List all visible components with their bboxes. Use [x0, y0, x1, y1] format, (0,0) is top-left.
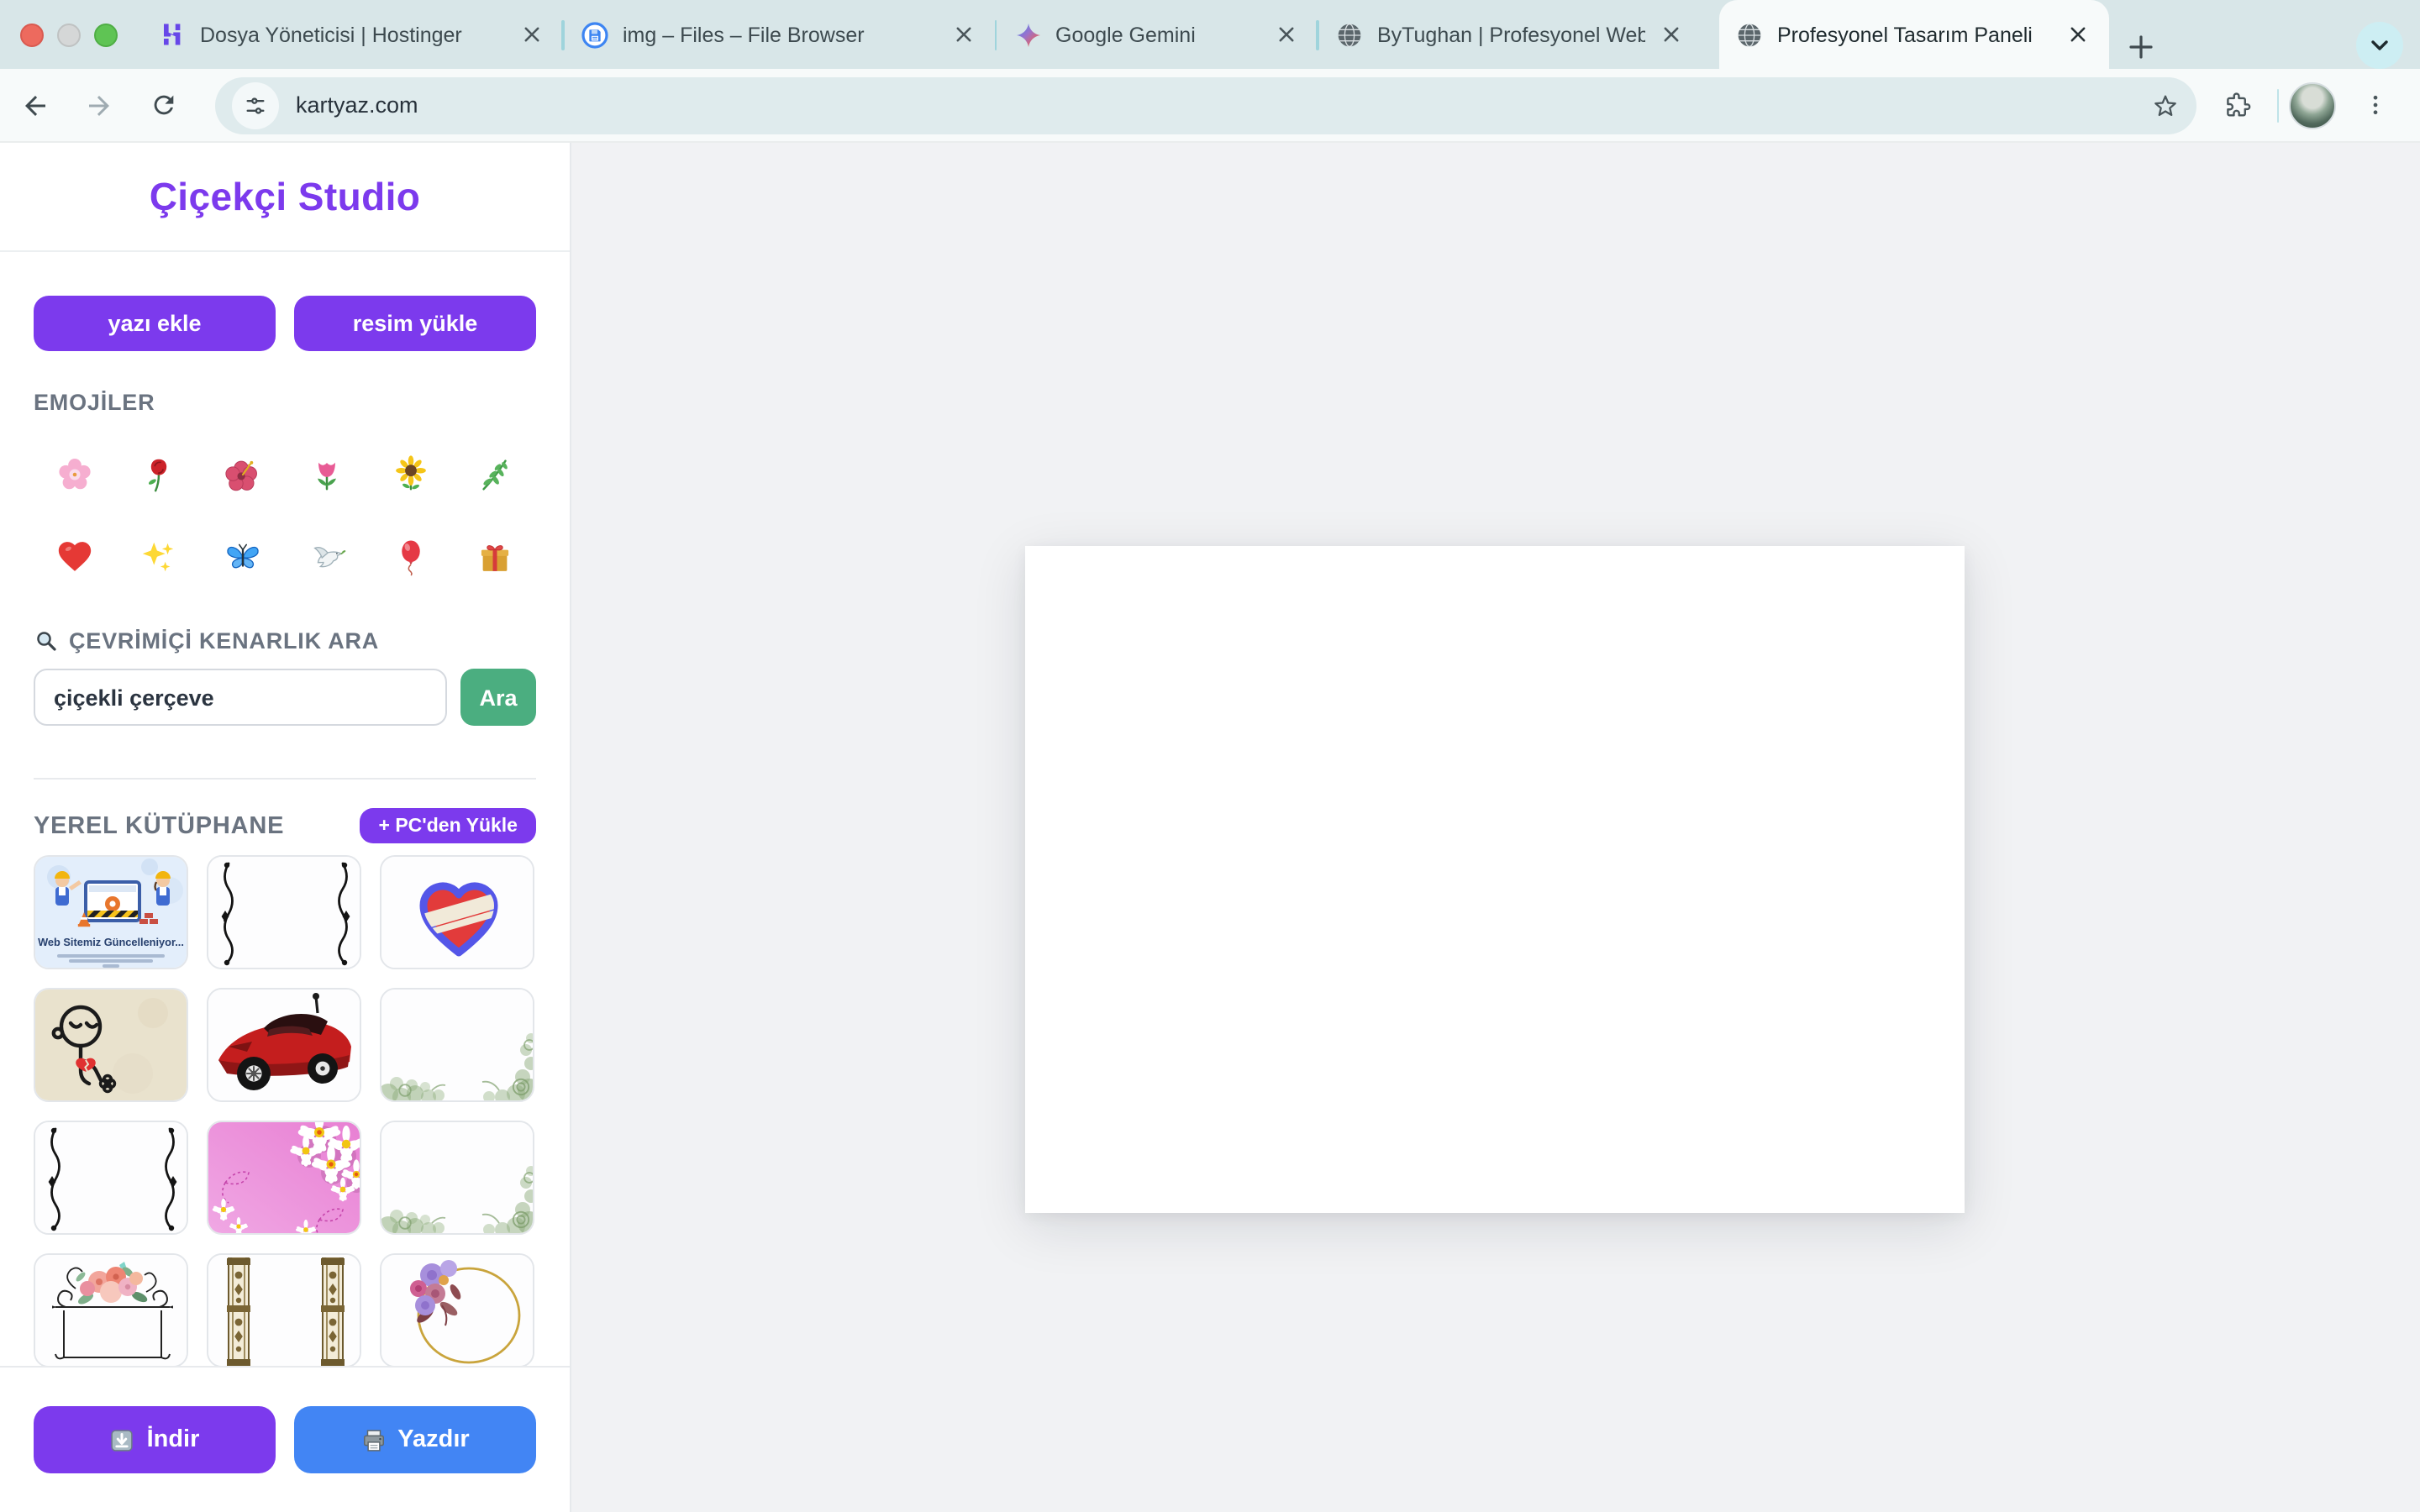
tab-title: img – Files – File Browser	[623, 23, 937, 46]
dove-emoji[interactable]	[285, 522, 369, 590]
sparkles-emoji[interactable]	[118, 522, 202, 590]
tab-active-tasarim-paneli[interactable]: Profesyonel Tasarım Paneli	[1718, 0, 2108, 69]
emoji-grid	[34, 440, 536, 590]
upload-from-pc-button[interactable]: + PC'den Yükle	[360, 808, 537, 843]
browser-menu-icon[interactable]	[2346, 76, 2403, 134]
library-item-red-car[interactable]	[207, 988, 361, 1102]
design-area	[571, 143, 2420, 1512]
library-item-pink-daisies[interactable]	[207, 1121, 361, 1235]
close-tab-icon[interactable]	[1658, 21, 1685, 48]
design-canvas[interactable]	[1025, 546, 1965, 1213]
library-item-sad-figure[interactable]	[34, 988, 188, 1102]
close-tab-icon[interactable]	[950, 21, 977, 48]
balloon-emoji[interactable]	[369, 522, 453, 590]
url-text[interactable]: kartyaz.com	[296, 92, 2150, 118]
library-item-watercolor-bouquet[interactable]	[34, 1253, 188, 1366]
globe-icon	[1335, 20, 1364, 49]
tab-title: Dosya Yöneticisi | Hostinger	[200, 23, 504, 46]
tab-search-button[interactable]	[2356, 22, 2403, 69]
tab-title: Google Gemini	[1055, 23, 1259, 46]
sidebar-divider	[34, 778, 536, 780]
address-bar[interactable]: kartyaz.com	[215, 76, 2196, 134]
download-button[interactable]: İndir	[34, 1406, 276, 1473]
local-library-heading: YEREL KÜTÜPHANE	[34, 812, 284, 839]
tab-hostinger[interactable]: Dosya Yöneticisi | Hostinger	[141, 0, 561, 69]
profile-avatar[interactable]	[2289, 81, 2336, 129]
library-item-heart-ribbon[interactable]	[380, 855, 534, 969]
tab-file-browser[interactable]: img – Files – File Browser	[564, 0, 994, 69]
magnifier-icon	[34, 628, 59, 654]
window-controls	[0, 23, 141, 46]
printer-icon	[360, 1427, 386, 1452]
close-tab-icon[interactable]	[2065, 21, 2091, 48]
sidebar-scroll-area: Çiçekçi Studio yazı ekle resim yükle EMO…	[0, 143, 570, 1366]
tulip-emoji[interactable]	[285, 440, 369, 507]
tabs: Dosya Yöneticisi | Hostinger img – F	[141, 0, 2420, 69]
sidebar-footer: İndir Yazdır	[0, 1366, 570, 1512]
tab-title: ByTughan | Profesyonel Web (	[1377, 23, 1644, 46]
globe-icon	[1735, 20, 1764, 49]
library-item-gold-columns[interactable]	[207, 1253, 361, 1366]
sunflower-emoji[interactable]	[369, 440, 453, 507]
back-button[interactable]	[7, 76, 64, 134]
close-tab-icon[interactable]	[518, 21, 544, 48]
tab-google-gemini[interactable]: Google Gemini	[997, 0, 1316, 69]
hostinger-logo-icon	[158, 20, 187, 49]
floppy-disk-icon	[581, 20, 609, 49]
bookmark-star-icon[interactable]	[2150, 91, 2179, 119]
upload-image-button[interactable]: resim yükle	[294, 296, 536, 351]
library-item-black-scroll-frame[interactable]	[207, 855, 361, 969]
gift-emoji[interactable]	[452, 522, 536, 590]
emojis-heading: EMOJİLER	[34, 390, 536, 415]
border-search-input[interactable]	[34, 669, 447, 726]
download-icon	[110, 1427, 135, 1452]
forward-button[interactable]	[71, 76, 128, 134]
close-window-button[interactable]	[20, 23, 44, 46]
sidebar-header: Çiçekçi Studio	[0, 143, 570, 252]
border-search-heading: ÇEVRİMİÇİ KENARLIK ARA	[34, 628, 536, 654]
app-title: Çiçekçi Studio	[150, 174, 421, 219]
hibiscus-emoji[interactable]	[201, 440, 285, 507]
tab-bytughan[interactable]: ByTughan | Profesyonel Web (	[1318, 0, 1702, 69]
sidebar: Çiçekçi Studio yazı ekle resim yükle EMO…	[0, 143, 571, 1512]
tab-strip: Dosya Yöneticisi | Hostinger img – F	[0, 0, 2420, 69]
toolbar-right	[2209, 76, 2420, 134]
library-item-caption: Web Sitemiz Güncelleniyor...	[35, 937, 187, 949]
library-item-green-floral-frame[interactable]	[380, 988, 534, 1102]
new-tab-button[interactable]	[2118, 25, 2162, 69]
rose-emoji[interactable]	[118, 440, 202, 507]
herb-emoji[interactable]	[452, 440, 536, 507]
butterfly-emoji[interactable]	[201, 522, 285, 590]
gemini-star-icon	[1013, 20, 1042, 49]
library-item-black-scroll-frame-2[interactable]	[34, 1121, 188, 1235]
library-item-gold-ring-floral[interactable]	[380, 1253, 534, 1366]
minimize-window-button[interactable]	[57, 23, 81, 46]
print-button[interactable]: Yazdır	[294, 1406, 536, 1473]
library-item-green-floral-frame-2[interactable]	[380, 1121, 534, 1235]
site-settings-icon[interactable]	[232, 81, 279, 129]
zoom-window-button[interactable]	[94, 23, 118, 46]
browser-toolbar: kartyaz.com	[0, 69, 2420, 143]
tab-title: Profesyonel Tasarım Paneli	[1777, 23, 2051, 46]
close-tab-icon[interactable]	[1272, 21, 1299, 48]
library-item-web-update-banner[interactable]: Web Sitemiz Güncelleniyor...	[34, 855, 188, 969]
toolbar-separator	[2276, 88, 2279, 122]
add-text-button[interactable]: yazı ekle	[34, 296, 276, 351]
cherry-blossom-emoji[interactable]	[34, 440, 118, 507]
browser-window: Dosya Yöneticisi | Hostinger img – F	[0, 0, 2420, 1512]
library-grid: Web Sitemiz Güncelleniyor...	[34, 855, 536, 1366]
reload-button[interactable]	[134, 76, 192, 134]
red-heart-emoji[interactable]	[34, 522, 118, 590]
page-content: Çiçekçi Studio yazı ekle resim yükle EMO…	[0, 143, 2420, 1512]
extensions-icon[interactable]	[2209, 76, 2266, 134]
search-button[interactable]: Ara	[460, 669, 536, 726]
